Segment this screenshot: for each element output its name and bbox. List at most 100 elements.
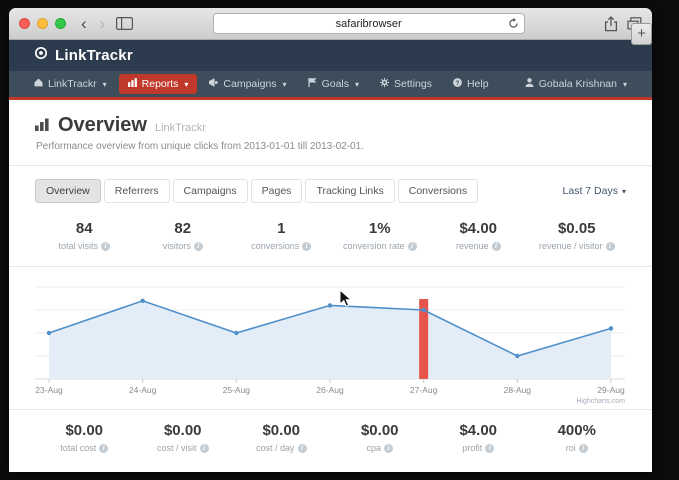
stat-value: 82	[134, 220, 233, 237]
user-menu[interactable]: Gobala Krishnan ▾	[516, 74, 636, 94]
date-range-label: Last 7 Days	[563, 185, 618, 197]
tab-tracking-links[interactable]: Tracking Links	[305, 179, 394, 203]
page-content: Overview LinkTrackr Performance overview…	[9, 100, 652, 453]
stat-profit: $4.00 profiti	[429, 422, 528, 453]
info-icon[interactable]: i	[492, 242, 501, 251]
back-button[interactable]: ‹	[79, 15, 89, 32]
stat-label: cpa	[366, 443, 381, 453]
chart-bars-icon	[35, 117, 50, 136]
info-icon[interactable]: i	[194, 242, 203, 251]
report-tabs: Overview Referrers Campaigns Pages Track…	[35, 179, 626, 203]
info-icon[interactable]: i	[298, 444, 307, 453]
stat-value: 84	[35, 220, 134, 237]
share-icon[interactable]	[604, 16, 618, 32]
app-header: LinkTrackr	[9, 40, 652, 71]
info-icon[interactable]: i	[200, 444, 209, 453]
main-navigation: LinkTrackr ▾ Reports ▾ Campaigns ▾ Goals…	[9, 71, 652, 100]
stat-revenue-visitor: $0.05 revenue / visitori	[528, 220, 627, 251]
info-icon[interactable]: i	[408, 242, 417, 251]
stat-label: revenue	[456, 241, 489, 251]
stat-value: $0.05	[528, 220, 627, 237]
stat-label: cost / visit	[157, 443, 197, 453]
nav-item-label: Settings	[394, 78, 432, 90]
nav-item-label: LinkTrackr	[48, 78, 97, 90]
svg-text:24-Aug: 24-Aug	[129, 385, 157, 395]
help-icon: ?	[453, 78, 462, 90]
mouse-cursor	[339, 289, 352, 313]
chevron-down-icon: ▾	[184, 80, 188, 89]
info-icon[interactable]: i	[302, 242, 311, 251]
chevron-down-icon: ▾	[622, 187, 626, 196]
minimize-window-button[interactable]	[37, 18, 48, 29]
address-bar[interactable]: safaribrowser	[213, 13, 525, 34]
svg-text:29-Aug: 29-Aug	[597, 385, 625, 395]
info-icon[interactable]: i	[485, 444, 494, 453]
stat-value: $0.00	[331, 422, 430, 439]
stat-value: $0.00	[232, 422, 331, 439]
traffic-chart[interactable]: 23-Aug 24-Aug 25-Aug 26-Aug 27-Aug 28-Aug 29-A…	[9, 266, 652, 410]
stat-value: 400%	[528, 422, 627, 439]
svg-text:27-Aug: 27-Aug	[410, 385, 438, 395]
stat-label: revenue / visitor	[539, 241, 603, 251]
tab-conversions[interactable]: Conversions	[398, 179, 478, 203]
divider	[9, 165, 652, 166]
svg-text:?: ?	[455, 80, 459, 87]
nav-item-label: Campaigns	[223, 78, 276, 90]
stat-label: roi	[566, 443, 576, 453]
nav-item-label: Help	[467, 78, 489, 90]
nav-item-help[interactable]: ? Help	[444, 74, 498, 94]
stat-value: 1	[232, 220, 331, 237]
stat-label: profit	[462, 443, 482, 453]
close-window-button[interactable]	[19, 18, 30, 29]
nav-item-campaigns[interactable]: Campaigns ▾	[200, 74, 295, 94]
stat-label: visitors	[163, 241, 191, 251]
app-logo-text[interactable]: LinkTrackr	[55, 47, 133, 64]
stat-value: 1%	[331, 220, 430, 237]
settings-gear-icon	[380, 78, 389, 90]
stat-label: conversions	[251, 241, 299, 251]
info-icon[interactable]: i	[101, 242, 110, 251]
traffic-lights	[19, 18, 66, 29]
nav-item-settings[interactable]: Settings	[371, 74, 441, 94]
sidebar-toggle-icon[interactable]	[116, 17, 133, 30]
svg-text:23-Aug: 23-Aug	[35, 385, 63, 395]
browser-toolbar: ‹ › safaribrowser	[9, 8, 652, 40]
nav-item-label: Goals	[322, 78, 349, 90]
stat-label: cost / day	[256, 443, 295, 453]
zoom-window-button[interactable]	[55, 18, 66, 29]
stats-row-bottom: $0.00total costi $0.00cost / visiti $0.0…	[35, 422, 626, 453]
reload-icon[interactable]	[508, 18, 519, 32]
stat-value: $0.00	[134, 422, 233, 439]
address-text: safaribrowser	[336, 18, 402, 30]
new-tab-button[interactable]: +	[631, 23, 652, 45]
stat-total-visits: 84total visitsi	[35, 220, 134, 251]
stats-row-top: 84total visitsi 82visitorsi 1conversions…	[35, 220, 626, 251]
tab-campaigns[interactable]: Campaigns	[173, 179, 248, 203]
tab-pages[interactable]: Pages	[251, 179, 303, 203]
info-icon[interactable]: i	[579, 444, 588, 453]
nav-item-goals[interactable]: Goals ▾	[299, 74, 368, 94]
nav-item-reports[interactable]: Reports ▾	[119, 74, 198, 94]
tab-referrers[interactable]: Referrers	[104, 179, 170, 203]
stat-cpa: $0.00 cpai	[331, 422, 430, 453]
page-title-suffix: LinkTrackr	[155, 122, 206, 134]
campaigns-icon	[209, 78, 218, 90]
stat-cost-day: $0.00 cost / dayi	[232, 422, 331, 453]
page-title-row: Overview LinkTrackr	[35, 114, 626, 137]
svg-text:25-Aug: 25-Aug	[223, 385, 251, 395]
nav-item-linktrackr[interactable]: LinkTrackr ▾	[25, 74, 116, 94]
date-range-dropdown[interactable]: Last 7 Days ▾	[563, 185, 626, 197]
tab-overview[interactable]: Overview	[35, 179, 101, 203]
svg-text:28-Aug: 28-Aug	[504, 385, 532, 395]
traffic-chart-svg: 23-Aug 24-Aug 25-Aug 26-Aug 27-Aug 28-Aug 29-A…	[35, 279, 625, 407]
forward-button[interactable]: ›	[98, 15, 108, 32]
stat-value: $4.00	[429, 422, 528, 439]
nav-item-label: Reports	[142, 78, 179, 90]
info-icon[interactable]: i	[99, 444, 108, 453]
info-icon[interactable]: i	[384, 444, 393, 453]
stat-total-cost: $0.00total costi	[35, 422, 134, 453]
info-icon[interactable]: i	[606, 242, 615, 251]
stat-value: $4.00	[429, 220, 528, 237]
svg-text:26-Aug: 26-Aug	[316, 385, 344, 395]
chevron-down-icon: ▾	[103, 80, 107, 89]
